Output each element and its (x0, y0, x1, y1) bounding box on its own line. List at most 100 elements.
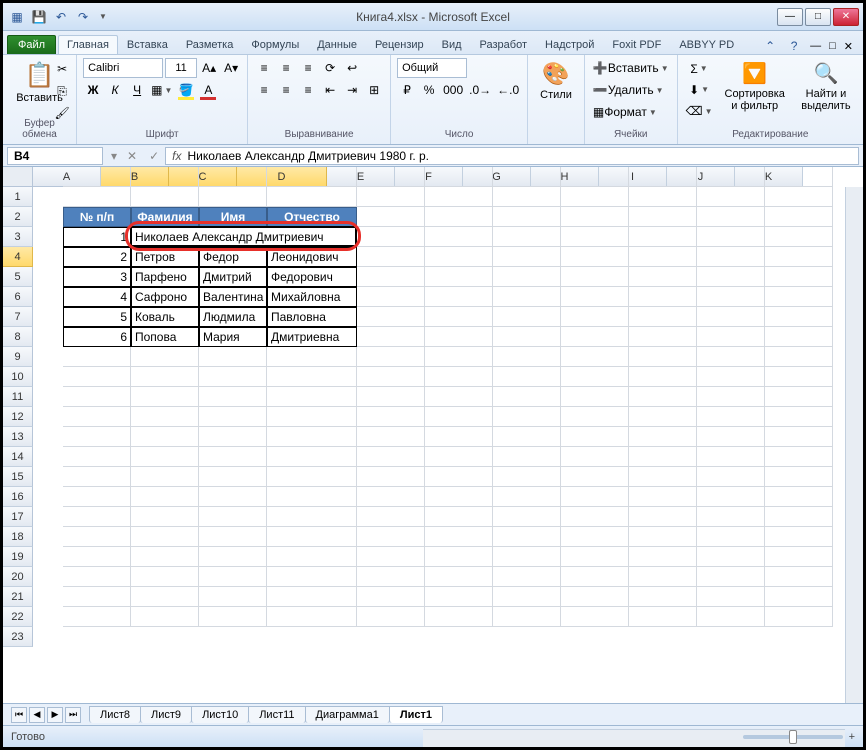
cell[interactable] (425, 387, 493, 407)
cell[interactable] (697, 527, 765, 547)
cell[interactable] (357, 247, 425, 267)
cell[interactable] (493, 287, 561, 307)
vertical-scrollbar[interactable] (845, 187, 863, 703)
cell[interactable] (697, 607, 765, 627)
cell[interactable] (765, 247, 833, 267)
cell[interactable] (697, 267, 765, 287)
cell[interactable] (199, 447, 267, 467)
cell[interactable] (267, 407, 357, 427)
row-header[interactable]: 20 (3, 567, 33, 587)
cell[interactable] (357, 387, 425, 407)
cell[interactable] (199, 467, 267, 487)
cell[interactable] (765, 207, 833, 227)
table-header-cell[interactable]: Фамилия (131, 207, 199, 227)
cell[interactable] (697, 507, 765, 527)
cell[interactable] (131, 507, 199, 527)
cell[interactable] (629, 207, 697, 227)
cell[interactable] (765, 467, 833, 487)
cell[interactable] (561, 567, 629, 587)
cell[interactable] (765, 427, 833, 447)
cell[interactable] (357, 327, 425, 347)
cell[interactable] (267, 447, 357, 467)
file-tab[interactable]: Файл (7, 35, 56, 54)
cell[interactable] (425, 187, 493, 207)
table-header-cell[interactable]: № п/п (63, 207, 131, 227)
row-header[interactable]: 19 (3, 547, 33, 567)
cell[interactable] (199, 427, 267, 447)
cell[interactable] (267, 367, 357, 387)
cell[interactable] (697, 487, 765, 507)
sheet-nav-next-icon[interactable]: ▶ (47, 707, 63, 723)
cell[interactable] (629, 487, 697, 507)
cell[interactable] (131, 527, 199, 547)
merge-icon[interactable]: ⊞ (364, 80, 384, 100)
cell[interactable] (697, 447, 765, 467)
number-format-box[interactable]: Общий (397, 58, 467, 78)
cell[interactable] (765, 607, 833, 627)
cell[interactable] (697, 347, 765, 367)
ribbon-tab[interactable]: Главная (58, 35, 118, 54)
cell[interactable] (697, 187, 765, 207)
cell[interactable] (267, 187, 357, 207)
cell[interactable] (199, 187, 267, 207)
cell[interactable] (267, 387, 357, 407)
cell[interactable] (493, 607, 561, 627)
cell[interactable] (765, 367, 833, 387)
cell[interactable] (561, 547, 629, 567)
cell[interactable] (357, 367, 425, 387)
cell[interactable] (267, 527, 357, 547)
font-size-box[interactable]: 11 (165, 58, 197, 78)
cell[interactable] (629, 587, 697, 607)
cell[interactable] (765, 507, 833, 527)
cell[interactable] (131, 347, 199, 367)
cell[interactable] (63, 167, 131, 187)
cell[interactable] (357, 567, 425, 587)
cell[interactable] (561, 167, 629, 187)
cell[interactable] (493, 527, 561, 547)
find-select-button[interactable]: 🔍 Найти и выделить (795, 57, 857, 121)
cell[interactable] (425, 527, 493, 547)
cell[interactable] (131, 427, 199, 447)
cell[interactable] (199, 367, 267, 387)
cell[interactable] (425, 507, 493, 527)
cell[interactable] (131, 467, 199, 487)
increase-indent-icon[interactable]: ⇥ (342, 80, 362, 100)
cell[interactable] (63, 507, 131, 527)
cell[interactable] (425, 487, 493, 507)
cell[interactable] (765, 327, 833, 347)
cell[interactable] (561, 307, 629, 327)
table-cell[interactable]: 6 (63, 327, 131, 347)
cell[interactable] (493, 267, 561, 287)
cell[interactable] (199, 347, 267, 367)
sheet-tab[interactable]: Лист1 (389, 706, 443, 723)
cell[interactable] (493, 247, 561, 267)
table-cell[interactable]: Федор (199, 247, 267, 267)
close-button[interactable]: ✕ (833, 8, 859, 26)
fill-icon[interactable]: ⬇▼ (684, 80, 715, 99)
border-icon[interactable]: ▦▼ (149, 80, 174, 100)
ribbon-tab[interactable]: Надстрой (536, 35, 603, 54)
row-header[interactable]: 12 (3, 407, 33, 427)
row-header[interactable]: 11 (3, 387, 33, 407)
cell[interactable] (357, 267, 425, 287)
cell[interactable] (493, 487, 561, 507)
align-right-icon[interactable]: ≡ (298, 80, 318, 100)
cell[interactable] (493, 507, 561, 527)
cell[interactable] (267, 467, 357, 487)
cell[interactable] (425, 587, 493, 607)
cell[interactable] (697, 427, 765, 447)
cell[interactable] (765, 447, 833, 467)
cell[interactable] (63, 607, 131, 627)
cell[interactable] (199, 487, 267, 507)
cell[interactable] (131, 387, 199, 407)
table-cell[interactable]: Михайловна (267, 287, 357, 307)
undo-icon[interactable]: ↶ (53, 9, 69, 25)
cell[interactable] (561, 507, 629, 527)
cell[interactable] (629, 567, 697, 587)
cell[interactable] (425, 207, 493, 227)
cell[interactable] (357, 207, 425, 227)
cell[interactable] (765, 167, 833, 187)
table-cell[interactable]: Федорович (267, 267, 357, 287)
ribbon-tab[interactable]: Формулы (242, 35, 308, 54)
table-cell[interactable]: Леонидович (267, 247, 357, 267)
